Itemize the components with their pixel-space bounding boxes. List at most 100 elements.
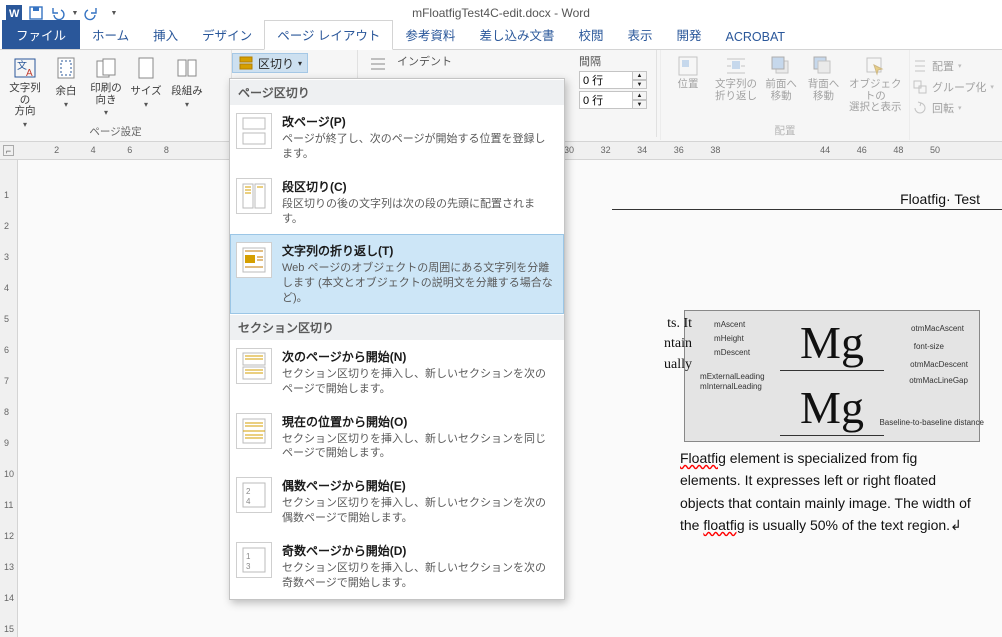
fig-lbl-l1: mAscent [714,320,745,329]
tab-acrobat[interactable]: ACROBAT [714,26,798,49]
svg-text:A: A [26,68,33,79]
spin-up-icon[interactable]: ▲ [633,91,647,100]
section-evenpage-icon: 24 [236,477,272,513]
ruler-tick: 44 [820,145,830,155]
section-oddpage-title: 奇数ページから開始(D) [282,542,554,559]
page-header: Floatfig· Test [612,190,1002,210]
ruler-tick: 8 [164,145,169,155]
svg-text:2: 2 [246,487,251,496]
float-figure[interactable]: Mg Mg mAscent mHeight mDescent mExternal… [684,310,980,442]
svg-text:1: 1 [246,552,251,561]
tab-references[interactable]: 参考資料 [393,21,467,49]
fig-lbl-l2: mHeight [714,334,744,343]
margins-button[interactable]: 余白▾ [49,53,83,109]
text-direction-icon: 文A [12,55,38,81]
tab-review[interactable]: 校閲 [566,21,615,49]
rotate-icon [912,100,928,116]
fig-lbl-l3: mDescent [714,348,750,357]
ruler-vtick: 15 [4,624,14,634]
break-column-item[interactable]: 段区切り(C)段区切りの後の文字列は次の段の先頭に配置されます。 [230,170,564,235]
tab-view[interactable]: 表示 [615,21,664,49]
paragraph-icon-btn[interactable] [363,53,393,73]
ruler-tick: 48 [893,145,903,155]
break-page-item[interactable]: 改ページ(P) ページが終了し、次のページが開始する位置を登録します。 [230,105,564,170]
break-column-icon [236,178,272,214]
svg-text:W: W [9,8,20,20]
tab-pagelayout[interactable]: ページ レイアウト [264,20,393,50]
wrap-button[interactable]: 文字列の 折り返し [714,53,758,102]
section-nextpage-item[interactable]: 次のページから開始(N) セクション区切りを挿入し、新しいセクションを次のページで… [230,340,564,405]
bring-forward-button[interactable]: 前面へ 移動 [762,53,800,102]
columns-button[interactable]: 段組み▾ [167,53,207,109]
wrap-icon [725,55,747,77]
spin-up-icon[interactable]: ▲ [633,71,647,80]
align-icon [912,58,928,74]
orientation-icon [93,55,119,81]
section-continuous-item[interactable]: 現在の位置から開始(O)セクション区切りを挿入し、新しいセクションを同じページで… [230,405,564,470]
ruler-vertical[interactable]: 123456789101112131415 [0,160,18,637]
text-direction-button[interactable]: 文A 文字列の 方向▾ [5,53,45,129]
tab-insert[interactable]: 挿入 [141,21,190,49]
section-nextpage-desc: セクション区切りを挿入し、新しいセクションを次のページで開始します。 [282,367,554,397]
columns-label: 段組み [171,83,203,98]
spacing-heading: 間隔 [579,53,647,69]
fig-lbl-r4: otmMacLineGap [909,376,968,385]
size-icon [133,55,159,81]
align-button[interactable]: 配置▾ [912,56,994,76]
send-backward-button[interactable]: 背面へ 移動 [804,53,842,102]
breaks-button[interactable]: 区切り ▾ [232,53,308,73]
ruler-vtick: 5 [4,314,9,324]
group-label-arrange: 配置 [666,123,904,140]
section-oddpage-desc: セクション区切りを挿入し、新しいセクションを次の奇数ページで開始します。 [282,561,554,591]
selection-pane-button[interactable]: オブジェクトの 選択と表示 [847,53,904,114]
tab-mailings[interactable]: 差し込み文書 [467,21,566,49]
ruler-tick: 6 [127,145,132,155]
spacing-after-field[interactable] [579,91,633,109]
header-text: Floatfig· Test [900,191,980,207]
break-page-title: 改ページ(P) [282,113,554,130]
breaks-icon [238,55,254,71]
ruler-vtick: 2 [4,221,9,231]
fig-lbl-l4: mExternalLeading [700,372,764,381]
caption-text: Floatfig element is specialized from fig… [680,450,971,533]
indent-heading: インデント [397,53,452,69]
fig-lbl-r1: otmMacAscent [911,324,964,333]
group-button[interactable]: グループ化▾ [912,77,994,97]
spin-down-icon[interactable]: ▼ [633,100,647,109]
ruler-vtick: 7 [4,376,9,386]
margins-icon [53,55,79,81]
spin-down-icon[interactable]: ▼ [633,80,647,89]
spacing-before-field[interactable] [579,71,633,89]
wrap-label: 文字列の 折り返し [715,79,757,102]
ruler-vtick: 3 [4,252,9,262]
section-evenpage-item[interactable]: 24 偶数ページから開始(E)セクション区切りを挿入し、新しいセクションを次の偶… [230,469,564,534]
page-view: Floatfig· Test Mg Mg mAscent mHeight mDe… [612,190,1002,210]
section-evenpage-title: 偶数ページから開始(E) [282,477,554,494]
tab-developer[interactable]: 開発 [664,21,713,49]
svg-text:3: 3 [246,562,251,571]
orientation-button[interactable]: 印刷の 向き▾ [87,53,125,117]
tab-file[interactable]: ファイル [2,20,80,49]
rotate-button[interactable]: 回転▾ [912,98,994,118]
redo-icon[interactable] [82,3,102,23]
break-page-desc: ページが終了し、次のページが開始する位置を登録します。 [282,132,554,162]
spacing-before-input[interactable]: ▲▼ [579,71,647,89]
break-textwrap-item[interactable]: 文字列の折り返し(T)Web ページのオブジェクトの周囲にある文字列を分離します… [230,234,564,314]
tab-selector-icon[interactable]: ⌐ [3,145,14,156]
ruler-vtick: 12 [4,531,14,541]
partial-text-left: ts. Itntainually [592,314,692,375]
margins-label: 余白 [56,83,77,98]
fig-lbl-r3: otmMacDescent [910,360,968,369]
section-nextpage-title: 次のページから開始(N) [282,348,554,365]
qat-customize-icon[interactable]: ▼ [104,3,124,23]
break-textwrap-icon [236,242,272,278]
break-column-desc: 段区切りの後の文字列は次の段の先頭に配置されます。 [282,197,554,227]
position-button[interactable]: 位置 [666,53,710,91]
size-button[interactable]: サイズ▾ [129,53,163,109]
tab-home[interactable]: ホーム [80,21,141,49]
tab-design[interactable]: デザイン [190,21,264,49]
section-oddpage-item[interactable]: 13 奇数ページから開始(D) セクション区切りを挿入し、新しいセクションを次の奇… [230,534,564,599]
ruler-vtick: 8 [4,407,9,417]
paragraph-indent-icon [369,55,387,73]
spacing-after-input[interactable]: ▲▼ [579,91,647,109]
